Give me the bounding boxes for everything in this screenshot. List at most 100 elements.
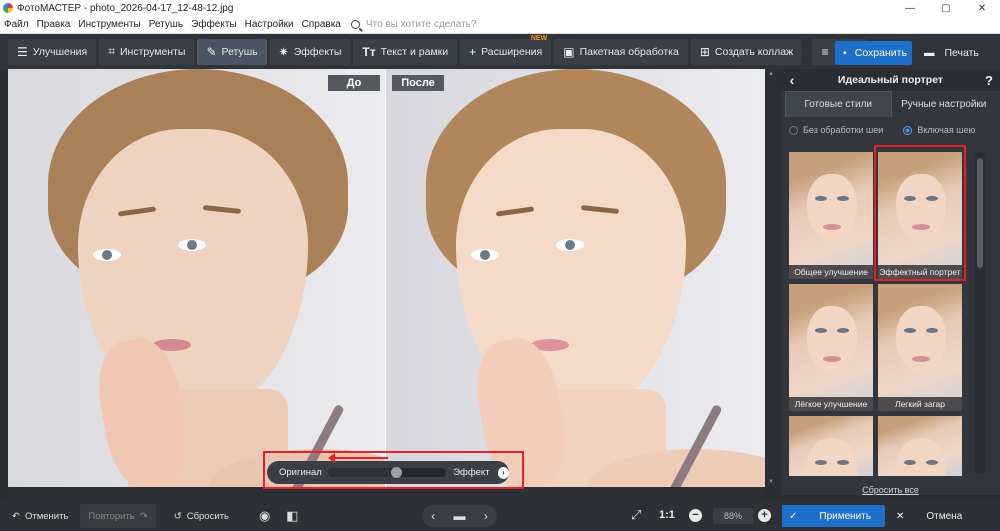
zoom-in-icon[interactable]: +	[758, 509, 771, 522]
brush-icon: ✎	[206, 44, 217, 59]
image-navigation: ‹ ▬ ›	[422, 505, 497, 527]
split-view-icon: ◧	[286, 508, 299, 523]
minimize-button[interactable]: —	[892, 3, 928, 14]
apply-label: Применить	[819, 510, 872, 522]
prev-image-icon[interactable]: ‹	[431, 509, 435, 523]
crop-icon: ⌗	[108, 44, 115, 58]
save-button[interactable]: ▪ Сохранить	[835, 41, 912, 65]
batch-processing-label: Пакетная обработка	[579, 45, 679, 58]
tab-retouch[interactable]: ✎ Ретушь	[197, 38, 267, 65]
close-icon: ✕	[896, 510, 905, 522]
tab-text-frames-label: Текст и рамки	[380, 45, 449, 58]
photo-canvas[interactable]: До После	[8, 69, 765, 487]
images-icon: ▣	[563, 44, 575, 59]
highlight-compare	[263, 451, 524, 489]
menu-edit[interactable]: Правка	[33, 19, 75, 30]
tab-ready-styles[interactable]: Готовые стили	[785, 91, 892, 117]
zoom-out-icon[interactable]: −	[689, 509, 702, 522]
reset-all-link[interactable]: Сбросить все	[781, 485, 1000, 495]
sparkle-icon: ✷	[278, 44, 289, 59]
portrait-panel: ‹ Идеальный портрет ? Готовые стили Ручн…	[781, 69, 1000, 495]
horizontal-scrollbar[interactable]	[8, 489, 765, 497]
zoom-1to1-button[interactable]: 1:1	[659, 509, 675, 521]
undo-icon: ↶	[12, 510, 20, 522]
cancel-button[interactable]: ✕ Отмена	[890, 505, 990, 527]
search-icon	[350, 20, 360, 29]
new-badge: NEW	[530, 34, 548, 42]
save-label: Сохранить	[854, 47, 907, 59]
create-collage-label: Создать коллаж	[714, 45, 794, 58]
reset-button[interactable]: ↺ Сбросить	[166, 504, 237, 528]
tab-effects-label: Эффекты	[293, 45, 342, 58]
menu-settings[interactable]: Настройки	[241, 19, 298, 30]
scroll-up-icon[interactable]: ▲	[768, 71, 774, 77]
plus-icon: +	[469, 44, 477, 59]
highlight-selected-style	[874, 145, 966, 281]
panel-tabs: Готовые стили Ручные настройки	[785, 91, 996, 117]
vertical-scrollbar[interactable]: ▲ ▼	[767, 69, 775, 487]
style-tile[interactable]: Лёгкое улучшение	[789, 284, 873, 411]
styles-scroll-thumb[interactable]	[977, 158, 983, 268]
menu-effects[interactable]: Эффекты	[187, 19, 240, 30]
back-icon[interactable]: ‹	[781, 72, 803, 88]
help-icon[interactable]: ?	[978, 73, 1000, 88]
menu-retouch[interactable]: Ретушь	[145, 19, 187, 30]
scroll-down-icon[interactable]: ▼	[768, 479, 774, 485]
batch-processing-button[interactable]: ▣ Пакетная обработка	[554, 38, 688, 65]
before-photo	[8, 69, 385, 487]
panel-header: ‹ Идеальный портрет ?	[781, 69, 1000, 91]
folder-icon[interactable]: ▬	[453, 509, 465, 523]
tab-manual-settings[interactable]: Ручные настройки	[892, 91, 997, 117]
zoom-level[interactable]: 88%	[713, 508, 753, 524]
radio-without-neck[interactable]	[789, 125, 798, 135]
menu-file[interactable]: Файл	[0, 19, 33, 30]
highlight-arrow	[328, 453, 388, 463]
floppy-icon: ▪	[843, 47, 847, 59]
style-caption: Легкий загар	[878, 397, 962, 411]
menu-tools[interactable]: Инструменты	[74, 19, 144, 30]
redo-button[interactable]: Повторить ↷	[80, 504, 156, 528]
styles-scrollbar[interactable]	[975, 152, 985, 474]
print-label: Печать	[944, 47, 979, 59]
tab-effects[interactable]: ✷ Эффекты	[269, 38, 351, 65]
redo-icon: ↷	[139, 510, 148, 522]
text-icon: Tт	[362, 44, 376, 59]
radio-with-neck[interactable]	[903, 125, 913, 135]
panel-title: Идеальный портрет	[837, 74, 944, 86]
style-tile[interactable]	[789, 416, 873, 476]
tab-retouch-label: Ретушь	[221, 45, 258, 58]
print-button[interactable]: ▬ Печать	[916, 41, 990, 65]
preview-eye-button[interactable]: ◉	[251, 504, 278, 528]
sliders-icon: ☰	[17, 44, 28, 59]
printer-icon: ▬	[924, 47, 935, 59]
style-caption: Лёгкое улучшение	[789, 397, 873, 411]
tab-text-frames[interactable]: Tт Текст и рамки	[353, 38, 458, 65]
app-logo-icon	[3, 3, 13, 13]
menu-bar: Файл Правка Инструменты Ретушь Эффекты Н…	[0, 16, 1000, 34]
style-tile[interactable]: Легкий загар	[878, 284, 962, 411]
style-tile[interactable]	[878, 416, 962, 476]
title-bar: ФотоМАСТЕР - photo_2026-04-17_12-48-12.j…	[0, 0, 1000, 16]
apply-button[interactable]: ✓ Применить	[782, 505, 885, 527]
create-collage-button[interactable]: ⊞ Создать коллаж	[690, 38, 803, 65]
maximize-button[interactable]: ▢	[928, 3, 964, 14]
compare-view-button[interactable]: ◧	[278, 504, 306, 528]
menu-help[interactable]: Справка	[298, 19, 345, 30]
search-input[interactable]: Что вы хотите сделать?	[366, 19, 477, 30]
tab-tools[interactable]: ⌗ Инструменты	[99, 38, 195, 65]
tab-extensions[interactable]: + Расширения NEW	[460, 35, 552, 65]
cancel-label: Отмена	[926, 510, 963, 522]
style-tile[interactable]: Общее улучшение	[789, 152, 873, 279]
collage-icon: ⊞	[699, 44, 710, 59]
checkmark-icon: ✓	[789, 510, 798, 522]
tab-extensions-label: Расширения	[481, 45, 543, 58]
tab-improvements[interactable]: ☰ Улучшения	[8, 38, 97, 65]
fit-screen-icon[interactable]: ⤢	[631, 507, 641, 523]
window-title: ФотоМАСТЕР - photo_2026-04-17_12-48-12.j…	[17, 2, 234, 14]
command-search[interactable]: Что вы хотите сделать?	[350, 19, 477, 30]
eye-icon: ◉	[258, 508, 271, 523]
reset-icon: ↺	[173, 510, 182, 522]
close-window-button[interactable]: ✕	[964, 3, 1000, 14]
undo-button[interactable]: ↶ Отменить	[4, 504, 76, 528]
next-image-icon[interactable]: ›	[484, 509, 488, 523]
